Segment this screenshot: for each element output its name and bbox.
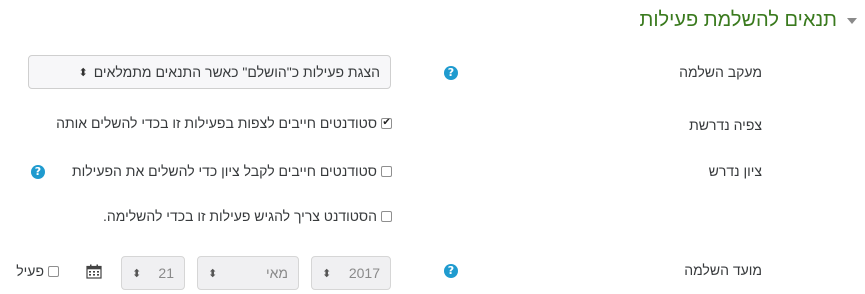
enable-date-option[interactable]: פעיל [16,263,59,279]
require-grade-text: סטודנטים חייבים לקבל ציון כדי להשלים את … [71,163,377,179]
require-submit-checkbox[interactable] [381,210,392,222]
calendar-icon[interactable] [86,264,102,279]
completion-tracking-help-icon[interactable]: ? [444,66,458,80]
require-view-option[interactable]: ✔ סטודנטים חייבים לצפות בפעילות זו בכדי … [56,115,392,131]
require-submit-text: הסטודנט צריך להגיש פעילות זו בכדי להשלימ… [103,208,377,224]
day-arrows-icon: ⬍ [132,266,142,280]
completion-settings-panel: תנאים להשלמת פעילות מעקב השלמה ? הצגת פע… [0,0,865,294]
year-value: 2017 [348,265,380,281]
select-arrows-icon: ⬍ [78,65,88,79]
section-title: תנאים להשלמת פעילות [639,8,838,31]
require-grade-help-icon[interactable]: ? [31,165,45,179]
completion-tracking-label: מעקב השלמה [679,64,762,80]
require-view-label: צפיה נדרשת [689,117,762,133]
day-select[interactable]: 21 ⬍ [121,256,185,290]
expected-completion-label: מועד השלמה [684,262,762,278]
require-grade-option[interactable]: סטודנטים חייבים לקבל ציון כדי להשלים את … [72,163,392,179]
completion-tracking-select[interactable]: הצגת פעילות כ"הושלם" כאשר התנאים מתמלאים… [28,55,391,89]
require-view-checkbox[interactable]: ✔ [381,117,392,129]
expected-completion-help-icon[interactable]: ? [444,264,458,278]
month-value: מאי [265,265,288,281]
section-header[interactable]: תנאים להשלמת פעילות [639,6,857,34]
month-arrows-icon: ⬍ [208,266,218,280]
month-select[interactable]: מאי ⬍ [197,256,299,290]
collapse-caret-icon[interactable] [847,18,857,24]
require-view-text: סטודנטים חייבים לצפות בפעילות זו בכדי לה… [56,115,377,131]
year-select[interactable]: 2017 ⬍ [311,256,391,290]
require-submit-option[interactable]: הסטודנט צריך להגיש פעילות זו בכדי להשלימ… [103,208,392,224]
enable-date-text: פעיל [16,263,44,279]
enable-date-checkbox[interactable] [48,265,59,277]
require-grade-checkbox[interactable] [381,165,392,177]
year-arrows-icon: ⬍ [322,266,332,280]
require-grade-label: ציון נדרש [708,163,762,179]
day-value: 21 [158,265,174,281]
completion-tracking-value: הצגת פעילות כ"הושלם" כאשר התנאים מתמלאים [93,64,380,80]
